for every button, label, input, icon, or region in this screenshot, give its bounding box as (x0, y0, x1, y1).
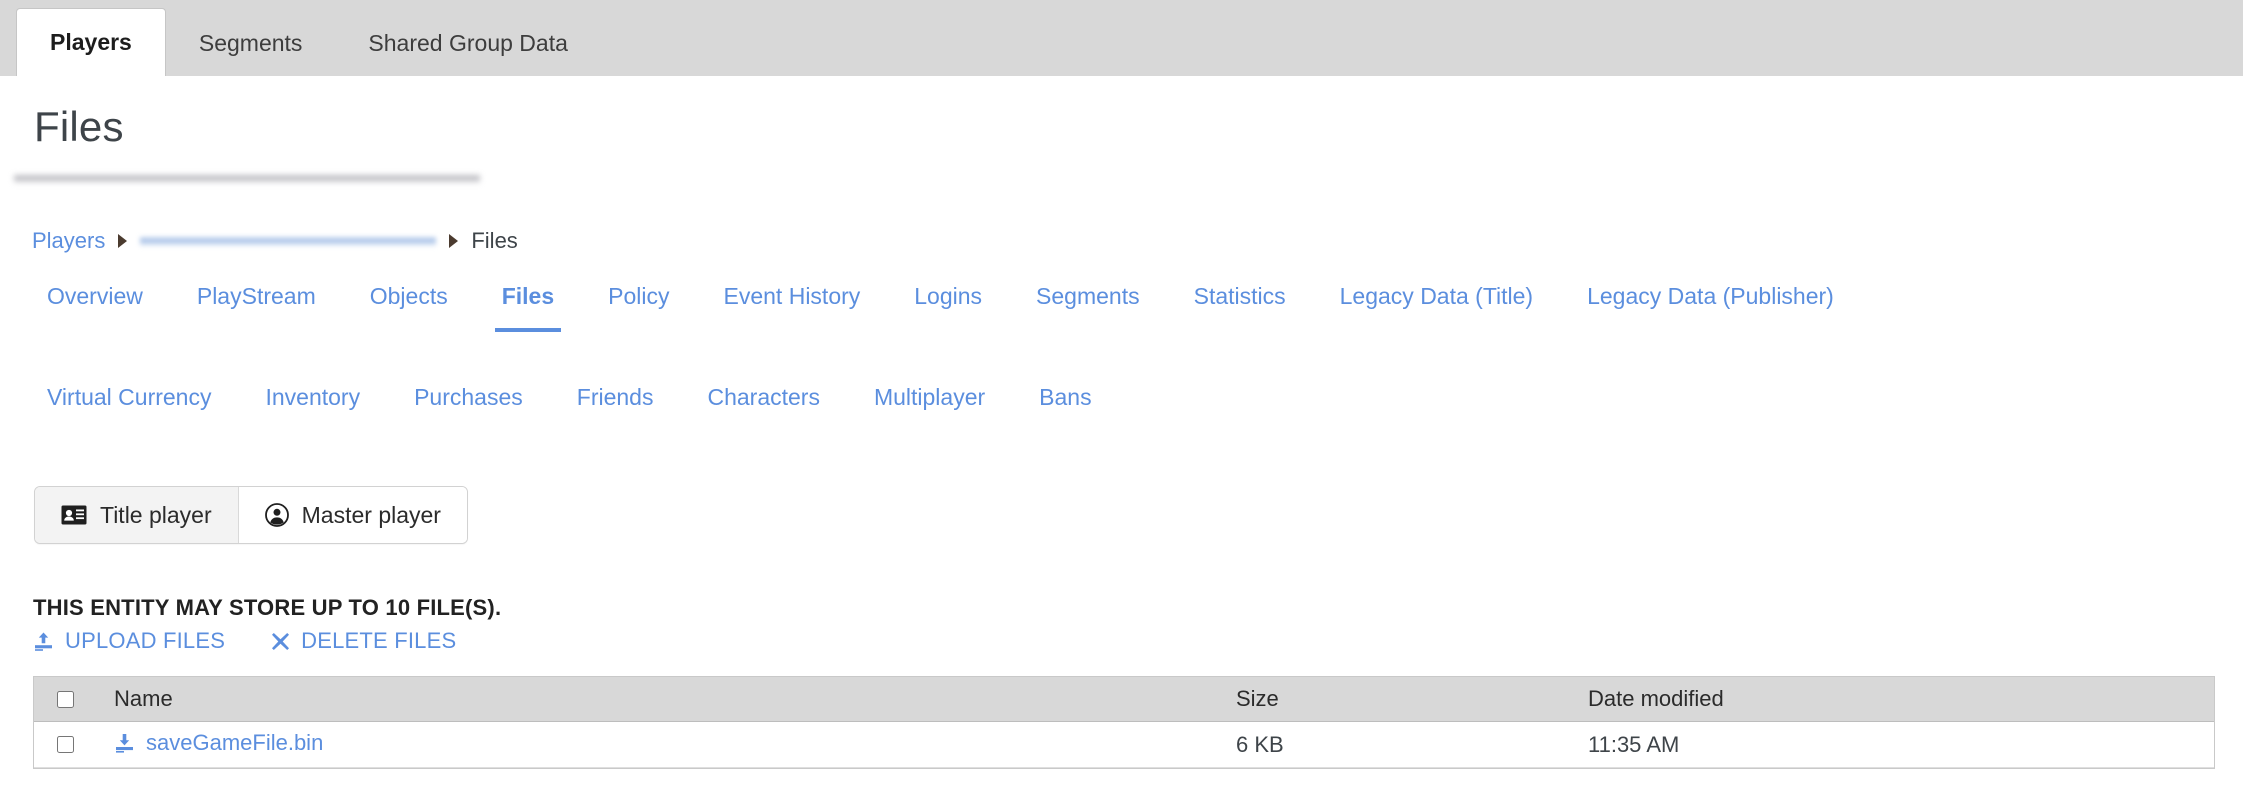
breadcrumb: Players Files (32, 228, 518, 254)
redacted-subtitle (14, 174, 480, 184)
nav-item-logins[interactable]: Logins (887, 268, 1009, 324)
nav-item-playstream-label: PlayStream (196, 282, 316, 309)
file-date-modified-cell: 11:35 AM (1588, 731, 1680, 757)
top-tab-bar: Players Segments Shared Group Data (0, 0, 2243, 76)
page-title: Files (34, 103, 124, 150)
nav-item-policy[interactable]: Policy (581, 268, 696, 324)
id-card-icon (61, 505, 87, 525)
nav-item-event-history[interactable]: Event History (697, 268, 888, 324)
top-tab-shared-group-data[interactable]: Shared Group Data (335, 10, 600, 76)
select-all-checkbox[interactable] (56, 690, 74, 708)
nav-item-bans-label: Bans (1039, 383, 1092, 410)
nav-item-objects[interactable]: Objects (343, 268, 475, 324)
nav-item-characters[interactable]: Characters (680, 369, 846, 425)
section-nav-row-2: Virtual Currency Inventory Purchases Fri… (0, 369, 2243, 425)
person-circle-icon (264, 503, 289, 527)
delete-files-button[interactable]: DELETE FILES (271, 628, 456, 654)
file-name-label: saveGameFile.bin (146, 730, 324, 756)
column-header-date-modified[interactable]: Date modified (1588, 686, 2214, 712)
nav-item-characters-label: Characters (707, 383, 820, 410)
nav-item-virtual-currency-label: Virtual Currency (47, 383, 212, 410)
files-page: Players Segments Shared Group Data Files… (0, 0, 2243, 800)
upload-files-label: UPLOAD FILES (65, 628, 226, 653)
breadcrumb-separator-icon (449, 234, 459, 248)
section-nav: Overview PlayStream Objects Files Policy… (0, 268, 2243, 425)
close-x-icon (271, 632, 290, 651)
nav-item-legacy-data-publisher-label: Legacy Data (Publisher) (1587, 282, 1834, 309)
file-actions: UPLOAD FILES DELETE FILES (33, 628, 456, 654)
title-player-button[interactable]: Title player (35, 487, 238, 543)
nav-item-friends-label: Friends (576, 383, 654, 410)
nav-item-statistics-label: Statistics (1193, 282, 1286, 309)
nav-item-policy-label: Policy (608, 282, 670, 309)
nav-item-inventory[interactable]: Inventory (238, 369, 387, 425)
top-tab-shared-group-data-label: Shared Group Data (368, 29, 568, 56)
master-player-label: Master player (301, 501, 441, 528)
nav-item-overview-label: Overview (47, 282, 143, 309)
breadcrumb-link-players[interactable]: Players (32, 228, 105, 254)
files-table-header: Name Size Date modified (34, 677, 2214, 722)
title-player-label: Title player (100, 501, 212, 528)
column-header-size[interactable]: Size (1236, 686, 1588, 712)
nav-item-files-label: Files (501, 282, 555, 309)
top-tab-segments[interactable]: Segments (166, 10, 336, 76)
file-download-link[interactable]: saveGameFile.bin (114, 730, 323, 756)
top-tab-players-label: Players (50, 29, 132, 55)
nav-item-playstream[interactable]: PlayStream (170, 268, 343, 324)
nav-item-legacy-data-publisher[interactable]: Legacy Data (Publisher) (1560, 268, 1861, 324)
download-icon (114, 733, 135, 754)
upload-icon (33, 631, 54, 652)
nav-item-segments-label: Segments (1036, 282, 1140, 309)
files-table: Name Size Date modified saveGameFile.bin… (33, 676, 2215, 769)
file-size-cell: 6 KB (1236, 731, 1284, 757)
breadcrumb-separator-icon (118, 234, 128, 248)
table-row: saveGameFile.bin 6 KB 11:35 AM (34, 722, 2214, 768)
nav-item-objects-label: Objects (369, 282, 448, 309)
nav-item-purchases[interactable]: Purchases (387, 369, 550, 425)
row-select-checkbox[interactable] (56, 736, 74, 753)
breadcrumb-current-files: Files (471, 228, 518, 253)
nav-item-inventory-label: Inventory (265, 383, 361, 410)
top-tab-players[interactable]: Players (16, 8, 166, 76)
nav-item-multiplayer-label: Multiplayer (873, 383, 986, 410)
nav-item-virtual-currency[interactable]: Virtual Currency (20, 369, 238, 425)
upload-files-button[interactable]: UPLOAD FILES (33, 628, 225, 654)
player-type-toggle: Title player Master player (34, 486, 468, 544)
section-nav-row-1: Overview PlayStream Objects Files Policy… (0, 268, 2243, 332)
nav-item-logins-label: Logins (914, 282, 983, 309)
nav-item-friends[interactable]: Friends (550, 369, 681, 425)
top-tab-segments-label: Segments (198, 29, 303, 56)
column-header-name[interactable]: Name (96, 686, 1236, 712)
file-name-cell: saveGameFile.bin (96, 730, 1236, 759)
nav-item-bans[interactable]: Bans (1012, 369, 1118, 425)
nav-item-multiplayer[interactable]: Multiplayer (847, 369, 1012, 425)
nav-item-purchases-label: Purchases (414, 383, 523, 410)
row-select-cell (34, 736, 96, 753)
nav-item-files[interactable]: Files (475, 268, 581, 332)
master-player-button[interactable]: Master player (237, 487, 467, 543)
nav-item-legacy-data-title-label: Legacy Data (Title) (1339, 282, 1534, 309)
file-capacity-note: THIS ENTITY MAY STORE UP TO 10 FILE(S). (33, 595, 502, 620)
nav-item-statistics[interactable]: Statistics (1167, 268, 1313, 324)
nav-item-event-history-label: Event History (723, 282, 861, 309)
delete-files-label: DELETE FILES (301, 628, 457, 653)
nav-item-legacy-data-title[interactable]: Legacy Data (Title) (1313, 268, 1560, 324)
breadcrumb-redacted-player-id[interactable] (140, 235, 437, 247)
select-all-cell (34, 690, 96, 708)
nav-item-overview[interactable]: Overview (20, 268, 170, 324)
nav-item-segments[interactable]: Segments (1009, 268, 1167, 324)
